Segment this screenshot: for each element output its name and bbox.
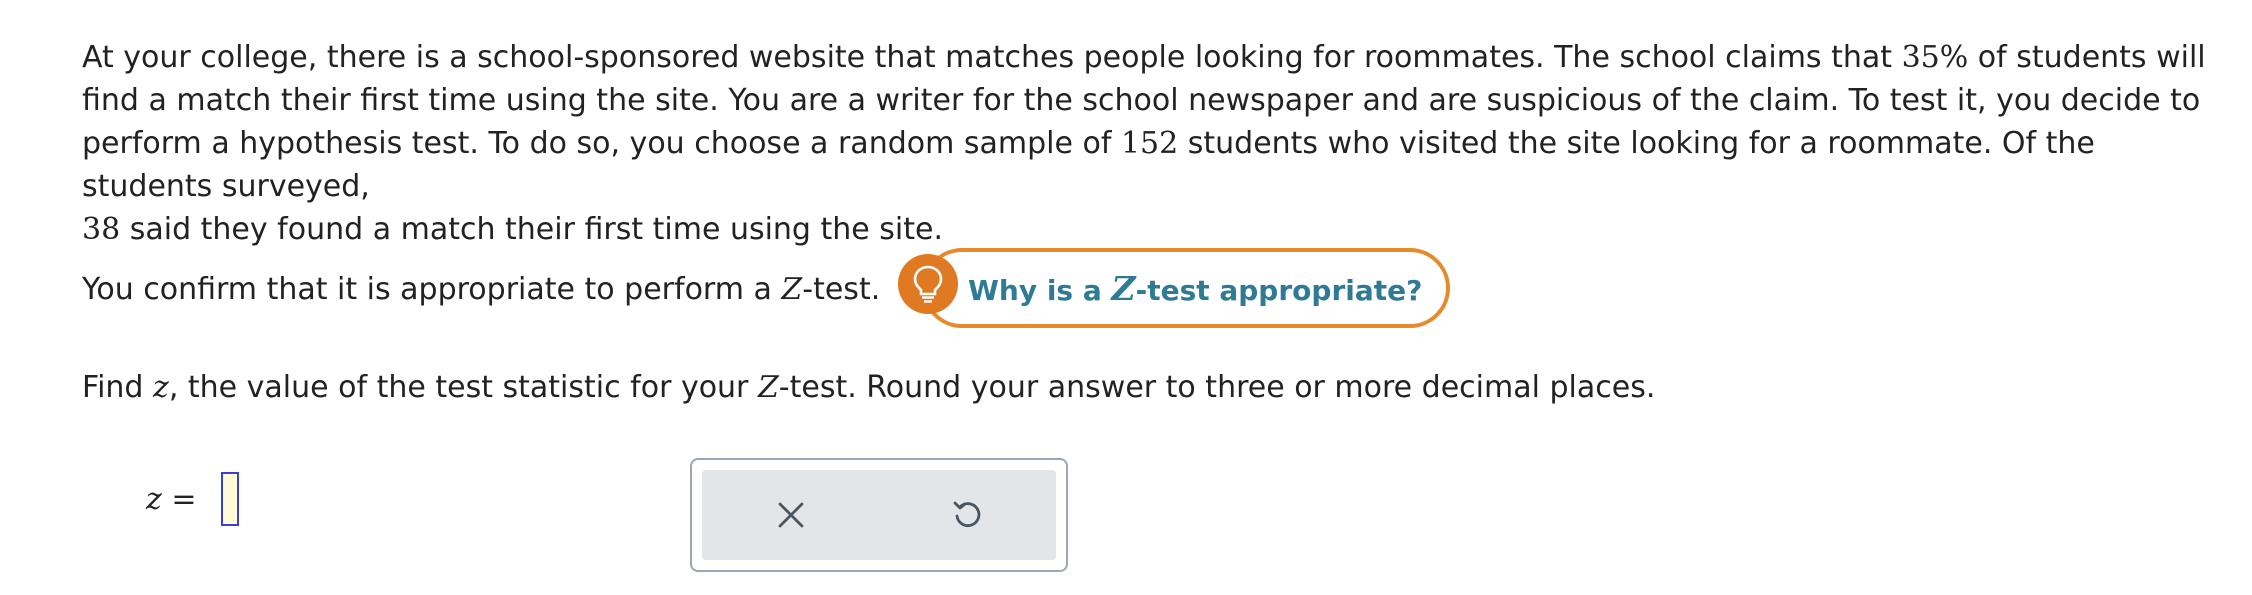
z-test-symbol: Z [757,370,779,405]
problem-text-1: At your college, there is a school-spons… [82,40,1902,75]
instruction-text-b: , the value of the test statistic for yo… [168,370,758,405]
confirm-text-end: -test. [802,272,881,307]
answer-z-var: z [146,481,162,517]
hint-widget[interactable]: Why is a Z-test appropriate? [898,246,1451,330]
z-variable: z [153,370,169,405]
lightbulb-icon[interactable] [898,254,958,314]
problem-paragraph: At your college, there is a school-spons… [82,36,2212,251]
hint-label: Why is a Z-test appropriate? [968,269,1422,308]
answer-row: z = [146,472,239,526]
z-symbol: Z [781,272,803,307]
answer-actions [702,470,1056,560]
instruction-text-a: Find [82,370,154,405]
z-answer-input[interactable] [220,472,239,526]
undo-icon [953,501,980,528]
hint-label-a: Why is a [968,273,1112,307]
close-icon [778,502,803,528]
problem-text-4: said they found a match their first time… [120,212,944,247]
claim-percent: 35% [1901,40,1969,75]
hint-button[interactable]: Why is a Z-test appropriate? [922,248,1451,328]
answer-actions-panel [690,458,1068,572]
hint-label-b: -test appropriate? [1135,273,1423,307]
instruction-text-c: -test. Round your answer to three or mor… [778,370,1656,405]
reset-answer-button[interactable] [928,480,1008,550]
sample-size: 152 [1120,126,1179,161]
success-count: 38 [82,212,121,247]
answer-label: z = [146,481,197,517]
confirm-statement: You confirm that it is appropriate to pe… [82,268,880,311]
hint-z-symbol: Z [1111,268,1136,308]
instruction-text: Find z, the value of the test statistic … [82,366,1655,409]
problem-statement: At your college, there is a school-spons… [82,36,2212,251]
clear-answer-button[interactable] [751,480,831,550]
confirm-text: You confirm that it is appropriate to pe… [82,272,782,307]
